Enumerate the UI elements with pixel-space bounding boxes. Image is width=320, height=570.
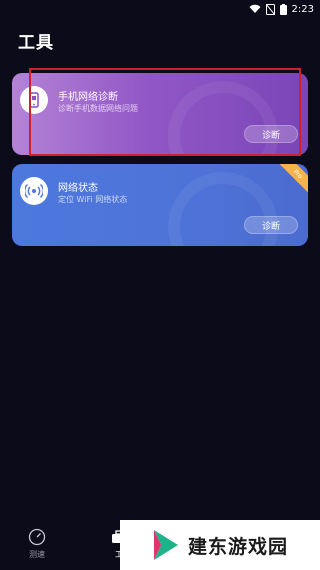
status-time: 2:23 bbox=[291, 3, 314, 15]
card-subtitle: 定位 WiFi 网络状态 bbox=[58, 195, 128, 204]
card-title: 网络状态 bbox=[58, 183, 98, 194]
highlight-annotation-box bbox=[29, 68, 301, 156]
status-bar: 2:23 bbox=[0, 0, 320, 18]
page-title: 工具 bbox=[18, 33, 54, 53]
network-status-card[interactable]: Pro 网络状态 定位 WiFi 网络状态 诊断 bbox=[12, 164, 308, 246]
nav-item-speed-test[interactable]: 测速 bbox=[28, 528, 46, 560]
no-sim-icon bbox=[265, 3, 275, 15]
wifi-icon bbox=[249, 4, 261, 13]
speedometer-icon bbox=[28, 528, 46, 546]
wifi-signal-icon bbox=[20, 177, 48, 205]
battery-icon bbox=[279, 3, 287, 15]
nav-label: 测速 bbox=[29, 550, 45, 559]
pro-badge: Pro bbox=[276, 164, 308, 196]
watermark-text: 建东游戏园 bbox=[188, 535, 289, 558]
card-decoration bbox=[168, 172, 278, 246]
watermark-banner: 建东游戏园 bbox=[120, 520, 320, 570]
diagnose-button[interactable]: 诊断 bbox=[244, 216, 298, 234]
watermark-logo-icon bbox=[154, 530, 178, 560]
